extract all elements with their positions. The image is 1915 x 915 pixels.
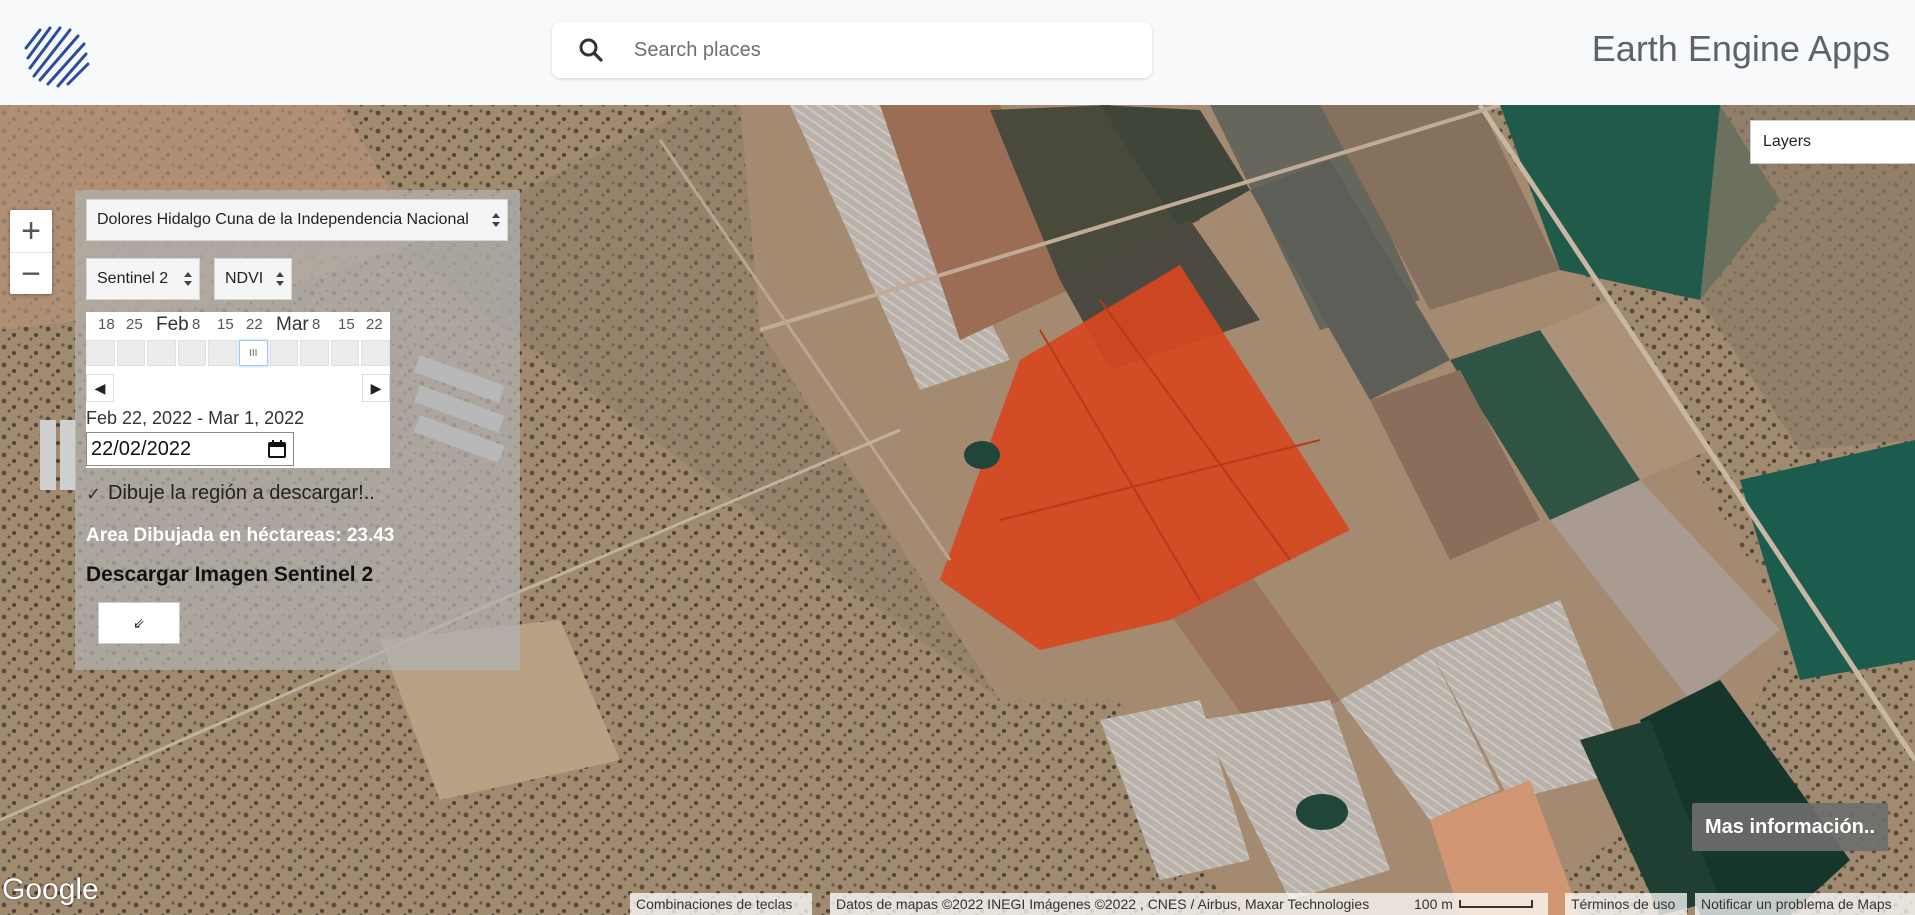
timeline-cell-selected[interactable]: III — [238, 340, 268, 366]
terms-link[interactable]: Términos de uso — [1565, 893, 1687, 915]
tick-label: 8 — [312, 316, 321, 333]
tick-label: 15 — [338, 316, 355, 333]
region-select[interactable]: Dolores Hidalgo Cuna de la Independencia… — [86, 199, 508, 241]
timeline-cell[interactable] — [300, 340, 329, 366]
timeline-cell[interactable] — [208, 340, 237, 366]
index-select[interactable]: NDVI — [214, 258, 292, 300]
earth-engine-logo-icon[interactable] — [20, 18, 92, 90]
tick-label: 25 — [126, 316, 143, 333]
app-brand-title: Earth Engine Apps — [1591, 28, 1890, 69]
tick-label: Mar — [276, 314, 309, 335]
layers-button[interactable]: Layers — [1750, 120, 1915, 164]
report-problem-link[interactable]: Notificar un problema de Maps — [1695, 893, 1915, 915]
scale-label: 100 m — [1414, 896, 1453, 912]
checkmark-icon[interactable]: ✓ — [86, 485, 104, 503]
calendar-icon[interactable] — [267, 439, 287, 459]
chevron-left-icon: ◀ — [94, 379, 106, 396]
timeline-cell[interactable] — [86, 340, 115, 366]
header: Earth Engine Apps — [0, 0, 1915, 105]
tick-label: 8 — [192, 316, 201, 333]
draw-region-label: Dibuje la región a descargar!.. — [108, 482, 375, 504]
timeline-cell[interactable] — [269, 340, 299, 366]
tick-label: 22 — [366, 316, 383, 333]
satellite-select[interactable]: Sentinel 2 — [86, 258, 200, 300]
more-info-button[interactable]: Mas información.. — [1692, 803, 1888, 851]
select-arrows-icon — [276, 272, 284, 286]
keyboard-shortcuts-link[interactable]: Combinaciones de teclas — [630, 893, 812, 915]
scale-line — [1458, 900, 1533, 908]
timeline-cell[interactable] — [147, 340, 176, 366]
tick-label: 22 — [246, 316, 263, 333]
search-bar[interactable] — [552, 22, 1152, 78]
timeline-cell[interactable] — [361, 340, 390, 366]
chevron-right-icon: ▶ — [370, 379, 382, 396]
timeline-ticks: 18 25 Feb 8 15 22 Mar 8 15 22 — [86, 314, 390, 336]
date-slider[interactable]: 18 25 Feb 8 15 22 Mar 8 15 22 III ◀ ▶ Fe… — [86, 312, 390, 468]
google-logo: Google — [2, 873, 99, 906]
timeline-cells: III — [86, 340, 390, 366]
timeline-cell[interactable] — [116, 340, 146, 366]
scale-bar[interactable]: 100 m — [1408, 893, 1548, 915]
download-title: Descargar Imagen Sentinel 2 — [86, 563, 374, 586]
select-arrows-icon — [184, 272, 192, 286]
timeline-cell[interactable] — [330, 340, 360, 366]
zoom-out-button[interactable]: − — [10, 252, 52, 295]
date-range-label: Feb 22, 2022 - Mar 1, 2022 — [86, 408, 305, 428]
tick-label: Feb — [156, 314, 189, 335]
timeline-cell[interactable] — [177, 340, 207, 366]
region-select-value: Dolores Hidalgo Cuna de la Independencia… — [97, 211, 469, 228]
index-select-value: NDVI — [225, 270, 264, 287]
date-input[interactable]: 22/02/2022 — [86, 432, 294, 466]
drawn-area-text: Area Dibujada en héctareas: 23.43 — [86, 525, 395, 546]
zoom-in-button[interactable]: + — [10, 210, 52, 252]
next-period-button[interactable]: ▶ — [362, 374, 390, 402]
prev-period-button[interactable]: ◀ — [86, 374, 114, 402]
tick-label: 15 — [217, 316, 234, 333]
zoom-controls: + − — [10, 210, 52, 294]
select-arrows-icon — [492, 213, 500, 227]
tick-label: 18 — [98, 316, 115, 333]
download-button[interactable]: ⇙ — [98, 602, 180, 644]
map-data-attribution: Datos de mapas ©2022 INEGI Imágenes ©202… — [830, 893, 1408, 915]
satellite-select-value: Sentinel 2 — [97, 270, 169, 287]
draw-region-checkbox[interactable]: ✓ Dibuje la región a descargar!.. — [86, 482, 375, 505]
download-link-icon: ⇙ — [133, 614, 145, 631]
search-input[interactable] — [632, 37, 1136, 63]
date-input-value: 22/02/2022 — [91, 437, 192, 460]
search-icon[interactable] — [576, 35, 606, 65]
